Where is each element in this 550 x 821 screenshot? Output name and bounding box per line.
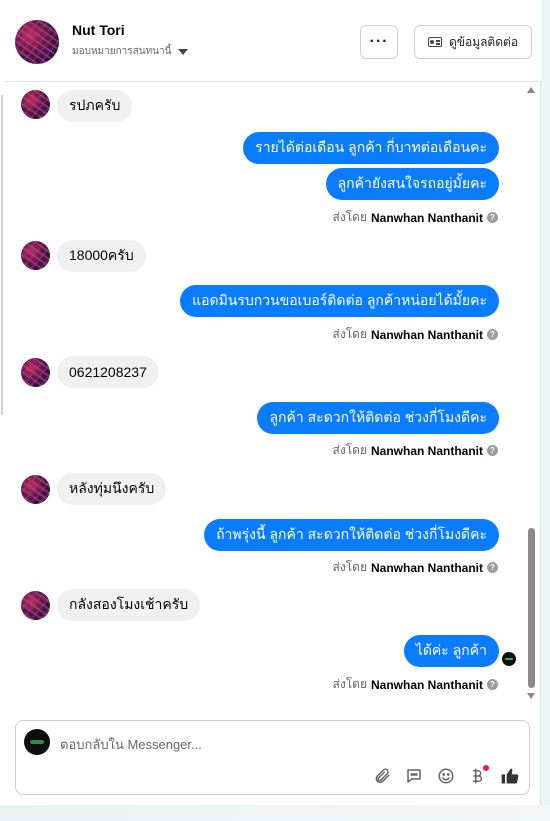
outgoing-message[interactable]: ลูกค้ายังสนใจรถอยู่มั้ยคะ <box>325 168 499 200</box>
view-contact-label: ดูข้อมูลติดต่อ <box>448 34 519 49</box>
conversation-panel: Nut Tori มอบหมายการสนทนานี้ ··· ดูข้อมูล… <box>5 0 541 805</box>
incoming-message[interactable]: กลังสองโมงเช้าครับ <box>57 589 201 621</box>
outgoing-message[interactable]: แอดมินรบกวนขอเบอร์ติดต่อ ลูกค้าหน่อยได้ม… <box>180 285 499 317</box>
seen-avatar <box>502 652 516 666</box>
contact-card-icon <box>427 37 442 47</box>
message-row: ถ้าพรุ่งนี้ ลูกค้า สะดวกให้ติดต่อ ช่วงกี… <box>5 519 541 551</box>
contact-avatar-small <box>21 90 50 119</box>
contact-avatar-small <box>21 241 50 270</box>
sent-by-label: ส่งโดย Nanwhan Nanthanit ? <box>333 441 498 460</box>
message-row: ลูกค้ายังสนใจรถอยู่มั้ยคะ <box>5 168 541 200</box>
info-icon[interactable]: ? <box>487 212 498 223</box>
reply-composer <box>15 720 530 795</box>
background <box>0 805 550 821</box>
contact-avatar-small <box>21 475 50 504</box>
info-icon[interactable]: ? <box>487 329 498 340</box>
sent-by-name: Nanwhan Nanthanit <box>370 677 483 692</box>
smiley-icon[interactable] <box>435 765 457 787</box>
incoming-message[interactable]: รปภครับ <box>57 90 133 122</box>
message-row: 18000ครับ <box>5 238 541 272</box>
contact-avatar-small <box>21 358 50 387</box>
sent-by-prefix: ส่งโดย <box>332 560 367 574</box>
message-row: หลังทุ่มนึงครับ <box>5 472 541 505</box>
outgoing-message[interactable]: รายได้ต่อเดือน ลูกค้า กี่บาทต่อเดือนคะ <box>243 132 499 164</box>
message-list: รปภครับ รายได้ต่อเดือน ลูกค้า กี่บาทต่อเ… <box>5 83 541 703</box>
scroll-up-arrow-icon[interactable] <box>527 87 535 93</box>
baht-icon[interactable] <box>467 765 489 787</box>
outgoing-message[interactable]: ลูกค้า สะดวกให้ติดต่อ ช่วงกี่โมงดีคะ <box>257 402 499 434</box>
conversation-header: Nut Tori มอบหมายการสนทนานี้ ··· ดูข้อมูล… <box>5 0 541 82</box>
sent-by-name: Nanwhan Nanthanit <box>370 443 483 458</box>
info-icon[interactable]: ? <box>487 679 498 690</box>
outgoing-message[interactable]: ถ้าพรุ่งนี้ ลูกค้า สะดวกให้ติดต่อ ช่วงกี… <box>204 519 499 551</box>
message-scrollbar[interactable] <box>524 83 539 703</box>
more-options-button[interactable]: ··· <box>360 25 398 59</box>
view-contact-button[interactable]: ดูข้อมูลติดต่อ <box>414 25 532 59</box>
message-row: ลูกค้า สะดวกให้ติดต่อ ช่วงกี่โมงดีคะ <box>5 402 541 434</box>
sent-by-label: ส่งโดย Nanwhan Nanthanit ? <box>333 208 498 227</box>
contact-name[interactable]: Nut Tori <box>72 22 125 38</box>
reply-input[interactable] <box>60 735 480 753</box>
sent-by-name: Nanwhan Nanthanit <box>370 560 483 575</box>
scrollbar-thumb[interactable] <box>528 528 535 688</box>
sent-by-prefix: ส่งโดย <box>332 443 367 457</box>
sent-by-prefix: ส่งโดย <box>332 210 367 224</box>
sent-by-prefix: ส่งโดย <box>332 677 367 691</box>
chevron-down-icon <box>178 48 189 55</box>
outgoing-message[interactable]: ได้ค่ะ ลูกค้า <box>403 635 499 667</box>
sent-by-prefix: ส่งโดย <box>332 327 367 341</box>
chat-bubble-icon[interactable] <box>403 765 425 787</box>
page-avatar <box>24 729 50 755</box>
message-row: 0621208237 <box>5 355 541 388</box>
info-icon[interactable]: ? <box>487 445 498 456</box>
notification-dot <box>483 765 489 771</box>
paperclip-icon[interactable] <box>371 765 393 787</box>
sent-by-label: ส่งโดย Nanwhan Nanthanit ? <box>333 675 498 694</box>
incoming-message[interactable]: หลังทุ่มนึงครับ <box>57 473 167 505</box>
assign-label: มอบหมายการสนทนานี้ <box>72 46 172 57</box>
message-row: รปภครับ <box>5 88 541 122</box>
incoming-message[interactable]: 0621208237 <box>57 356 159 388</box>
contact-avatar-small <box>21 591 50 620</box>
message-row: ได้ค่ะ ลูกค้า <box>5 635 541 667</box>
contact-avatar[interactable] <box>15 20 59 64</box>
message-row: รายได้ต่อเดือน ลูกค้า กี่บาทต่อเดือนคะ <box>5 132 541 164</box>
incoming-message[interactable]: 18000ครับ <box>57 240 146 272</box>
thumbs-up-icon[interactable] <box>499 765 521 787</box>
message-row: กลังสองโมงเช้าครับ <box>5 588 541 621</box>
sent-by-name: Nanwhan Nanthanit <box>370 327 483 342</box>
assign-conversation[interactable]: มอบหมายการสนทนานี้ <box>72 44 189 59</box>
sent-by-label: ส่งโดย Nanwhan Nanthanit ? <box>333 558 498 577</box>
message-row: แอดมินรบกวนขอเบอร์ติดต่อ ลูกค้าหน่อยได้ม… <box>5 285 541 317</box>
info-icon[interactable]: ? <box>487 562 498 573</box>
sent-by-label: ส่งโดย Nanwhan Nanthanit ? <box>333 325 498 344</box>
sent-by-name: Nanwhan Nanthanit <box>370 210 483 225</box>
scroll-down-arrow-icon[interactable] <box>527 693 535 699</box>
composer-toolbar <box>371 765 521 787</box>
